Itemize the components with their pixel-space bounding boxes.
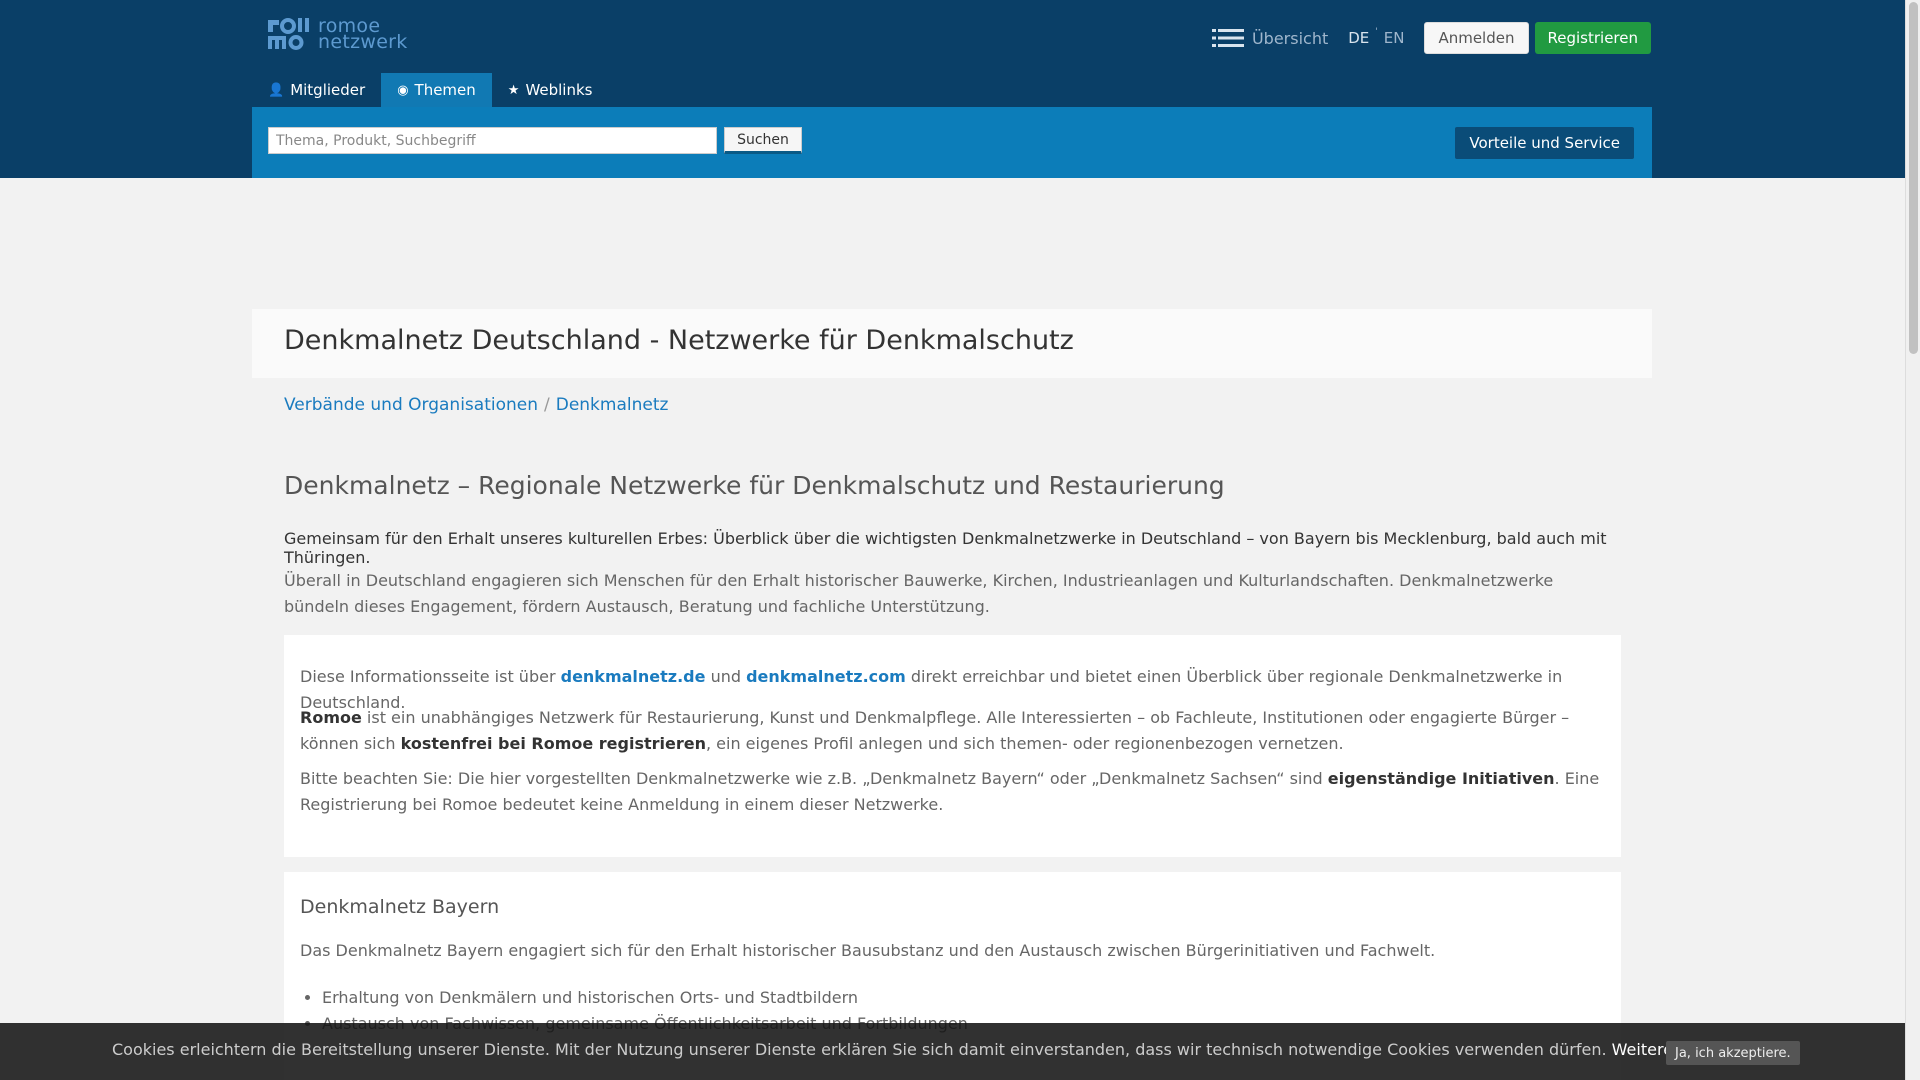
language-de[interactable]: DE [1348,29,1369,47]
list-menu-icon[interactable] [1211,28,1244,48]
cookie-accept-button[interactable]: Ja, ich akzeptiere. [1666,1041,1800,1065]
info-paragraph-notice: Bitte beachten Sie: Die hier vorgestellt… [300,766,1600,818]
page-title-band: Denkmalnetz Deutschland - Netzwerke für … [252,309,1652,378]
link-denkmalnetz-de[interactable]: denkmalnetz.de [561,667,706,686]
romoe-logo-mark [268,18,309,50]
content-heading: Denkmalnetz – Regionale Netzwerke für De… [284,471,1225,500]
login-button[interactable]: Anmelden [1424,22,1529,54]
breadcrumb: Verbände und Organisationen / Denkmalnetz [284,395,668,415]
breadcrumb-separator: / [544,395,550,415]
breadcrumb-verbaende[interactable]: Verbände und Organisationen [284,395,538,415]
overview-link[interactable]: Übersicht [1252,29,1328,48]
tab-mitglieder[interactable]: 👤 Mitglieder [252,73,381,107]
language-separator: ' [1375,27,1378,37]
text: , ein eigenes Profil anlegen und sich th… [705,734,1344,753]
tab-label: Mitglieder [290,81,366,99]
tab-label: Weblinks [525,81,593,99]
benefits-service-button[interactable]: Vorteile und Service [1455,127,1634,159]
romoe-logo[interactable]: romoe netzwerk [266,17,416,53]
star-icon: ★ [507,82,520,98]
search-input[interactable] [268,127,717,154]
header-nav: Übersicht DE ' EN Anmelden Registrieren [1211,22,1651,54]
link-denkmalnetz-com[interactable]: denkmalnetz.com [746,667,906,686]
cookie-banner: Cookies erleichtern die Bereitstellung u… [0,1023,1905,1080]
strong-initiatives: eigenständige Initiativen [1327,769,1555,788]
language-en[interactable]: EN [1384,29,1405,47]
strong-register: kostenfrei bei Romoe registrieren [400,734,706,753]
site-header: romoe netzwerk Übersicht DE ' EN Anmelde… [0,0,1905,178]
intro-lead: Gemeinsam für den Erhalt unseres kulture… [284,529,1607,567]
tab-weblinks[interactable]: ★ Weblinks [492,73,609,107]
search-button[interactable]: Suchen [724,127,802,154]
strong-romoe: Romoe [300,708,362,727]
page-scrollbar[interactable] [1905,0,1920,1080]
list-item: Erhaltung von Denkmälern und historische… [322,985,968,1011]
info-paragraph-romoe: Romoe ist ein unabhängiges Netzwerk für … [300,705,1600,757]
text: und [705,667,747,686]
tab-themen[interactable]: ◉ Themen [381,73,492,107]
register-button[interactable]: Registrieren [1534,22,1651,54]
main-tabs: 👤 Mitglieder ◉ Themen ★ Weblinks [252,73,608,107]
logo-text-line-2: netzwerk [318,31,408,53]
globe-icon: ◉ [397,82,409,98]
scrollbar-thumb[interactable] [1909,2,1918,354]
breadcrumb-denkmalnetz[interactable]: Denkmalnetz [556,395,669,415]
bayern-heading: Denkmalnetz Bayern [300,896,500,918]
bayern-description: Das Denkmalnetz Bayern engagiert sich fü… [300,941,1436,960]
page-title: Denkmalnetz Deutschland - Netzwerke für … [284,325,1074,356]
intro-text: Überall in Deutschland engagieren sich M… [284,571,1554,616]
search-bar: Suchen Vorteile und Service [252,107,1652,178]
info-card: Diese Informationsseite ist über denkmal… [284,635,1621,857]
text: Bitte beachten Sie: Die hier vorgestellt… [300,769,1328,788]
tab-label: Themen [414,81,476,99]
person-icon: 👤 [268,82,285,98]
cookie-text: Cookies erleichtern die Bereitstellung u… [112,1040,1791,1059]
text: Diese Informationsseite ist über [300,667,561,686]
cookie-message: Cookies erleichtern die Bereitstellung u… [112,1040,1607,1059]
logo-wordmark: romoe netzwerk [318,17,408,53]
